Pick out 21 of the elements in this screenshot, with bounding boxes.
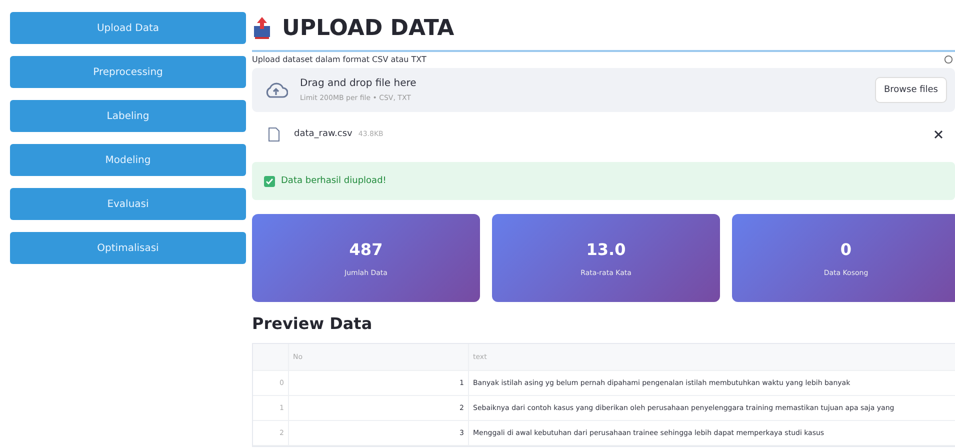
nav-button[interactable]: Preprocessing [10, 56, 246, 88]
checkbox-icon [264, 176, 275, 186]
browse-files-button[interactable]: Browse files [874, 77, 947, 103]
dropzone-title: Drag and drop file here [300, 78, 416, 89]
cloud-upload-icon [264, 81, 288, 99]
nav-button[interactable]: Labeling [10, 100, 246, 132]
alert-message: Data berhasil diupload! [281, 176, 386, 186]
upload-box-icon [252, 16, 272, 40]
metric-value: 13.0 [586, 240, 626, 258]
section-title: Preview Data [252, 314, 374, 333]
nav-button[interactable]: Modeling [10, 144, 246, 176]
uploader-label: Upload dataset dalam format CSV atau TXT [252, 55, 426, 64]
close-icon[interactable] [934, 130, 943, 138]
page-title: UPLOAD DATA [282, 16, 454, 40]
metric-value: 0 [840, 240, 852, 258]
nav-button[interactable]: Optimalisasi [10, 232, 246, 264]
file-name: data_raw.csv [294, 129, 352, 139]
nav-button[interactable]: Upload Data [10, 12, 246, 44]
file-icon [268, 126, 280, 142]
metric-value: 487 [349, 240, 383, 258]
nav-button[interactable]: Evaluasi [10, 188, 246, 220]
